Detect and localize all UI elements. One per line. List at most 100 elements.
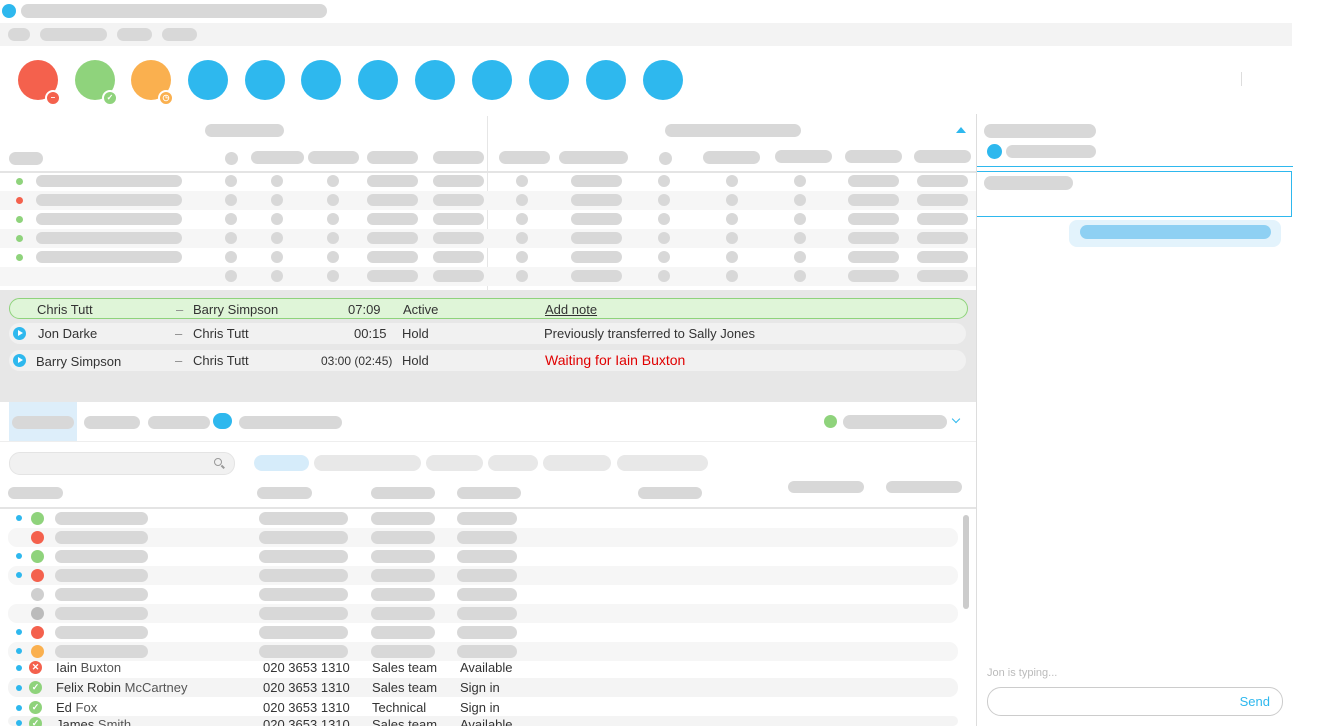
- contact-availability: [457, 512, 517, 525]
- queue-value: [571, 270, 622, 282]
- menu-item[interactable]: [40, 28, 107, 41]
- column-header[interactable]: [559, 151, 628, 164]
- send-button[interactable]: Send: [1240, 694, 1270, 709]
- queue-row[interactable]: [0, 191, 976, 210]
- queue-row[interactable]: [0, 248, 976, 267]
- tab-active[interactable]: [9, 402, 77, 441]
- tab[interactable]: [239, 416, 342, 429]
- status-icon: [31, 569, 44, 582]
- contact-row[interactable]: [8, 547, 958, 566]
- queue-value: [848, 232, 899, 244]
- queue-value: [848, 270, 899, 282]
- contact-row[interactable]: [8, 604, 958, 623]
- search-input[interactable]: [9, 452, 235, 475]
- contact-row[interactable]: [8, 566, 958, 585]
- queue-value: [367, 270, 418, 282]
- chat-input[interactable]: Send: [987, 687, 1283, 716]
- scrollbar[interactable]: [963, 515, 969, 609]
- contact-availability: [457, 550, 517, 563]
- contact-team: Sales team: [372, 717, 438, 726]
- call-dash: –: [176, 302, 184, 317]
- menu-item[interactable]: [8, 28, 30, 41]
- menu-item[interactable]: [117, 28, 152, 41]
- queue-value: [571, 194, 622, 206]
- play-icon[interactable]: [13, 354, 26, 367]
- contact-phone: 020 3653 1310: [263, 717, 350, 726]
- queue-row[interactable]: [0, 267, 976, 286]
- column-header[interactable]: [914, 150, 971, 163]
- filter-chip[interactable]: [488, 455, 538, 471]
- status-available-button[interactable]: ✓: [75, 60, 118, 106]
- toolbar-button[interactable]: [643, 60, 683, 100]
- tab[interactable]: [84, 416, 140, 429]
- filter-chip[interactable]: [617, 455, 708, 471]
- column-header[interactable]: [775, 150, 832, 163]
- contact-row[interactable]: [8, 509, 958, 528]
- column-header[interactable]: [225, 152, 238, 165]
- queue-row[interactable]: [0, 229, 976, 248]
- queue-value: [327, 232, 339, 244]
- toolbar-button[interactable]: [245, 60, 285, 100]
- status-dot: [16, 197, 23, 204]
- column-header[interactable]: [659, 152, 672, 165]
- call-row[interactable]: Barry Simpson – Chris Tutt 03:00 (02:45)…: [9, 350, 966, 371]
- status-dnd-button[interactable]: –: [18, 60, 61, 106]
- column-header[interactable]: [845, 150, 902, 163]
- queue-value: [516, 270, 528, 282]
- toolbar-button[interactable]: [586, 60, 626, 100]
- column-header[interactable]: [499, 151, 550, 164]
- toolbar-button[interactable]: [358, 60, 398, 100]
- contact-row[interactable]: [8, 623, 958, 642]
- contact-row[interactable]: ✕ Iain Buxton 020 3653 1310 Sales team A…: [8, 658, 958, 677]
- column-header[interactable]: [308, 151, 359, 164]
- queue-value: [433, 251, 484, 263]
- queue-value: [571, 232, 622, 244]
- column-header[interactable]: [251, 151, 304, 164]
- contact-availability: Sign in: [460, 680, 500, 695]
- tab-bar-divider: [0, 441, 976, 442]
- toolbar-button[interactable]: [188, 60, 228, 100]
- contact-row[interactable]: [8, 585, 958, 604]
- filter-chip[interactable]: [543, 455, 611, 471]
- sort-up-icon[interactable]: [956, 127, 966, 133]
- column-header[interactable]: [703, 151, 760, 164]
- contact-row[interactable]: ✓ Felix Robin McCartney 020 3653 1310 Sa…: [8, 678, 958, 697]
- chevron-down-icon[interactable]: [951, 414, 961, 424]
- status-icon: [31, 626, 44, 639]
- my-status-selector[interactable]: [843, 415, 947, 429]
- filter-chip-active[interactable]: [254, 455, 309, 471]
- column-header[interactable]: [788, 481, 864, 493]
- toolbar-button[interactable]: [301, 60, 341, 100]
- call-row[interactable]: Jon Darke – Chris Tutt 00:15 Hold Previo…: [9, 323, 966, 344]
- column-header[interactable]: [886, 481, 962, 493]
- contact-row[interactable]: ✓ Ed Fox 020 3653 1310 Technical Sign in: [8, 698, 958, 717]
- toolbar-button[interactable]: [529, 60, 569, 100]
- contact-row[interactable]: ✓ James Smith 020 3653 1310 Sales team A…: [8, 716, 958, 726]
- column-header[interactable]: [371, 487, 435, 499]
- call-row[interactable]: Chris Tutt – Barry Simpson 07:09 Active …: [9, 298, 968, 319]
- tab[interactable]: [148, 416, 210, 429]
- toolbar-button[interactable]: [472, 60, 512, 100]
- column-header[interactable]: [8, 487, 63, 499]
- contact-team: [371, 531, 435, 544]
- filter-chip[interactable]: [426, 455, 483, 471]
- queue-row[interactable]: [0, 210, 976, 229]
- call-dash: –: [175, 326, 183, 341]
- play-icon[interactable]: [13, 327, 26, 340]
- menu-item[interactable]: [162, 28, 197, 41]
- contact-name: [55, 550, 148, 563]
- column-header[interactable]: [457, 487, 521, 499]
- contact-row[interactable]: [8, 528, 958, 547]
- queue-row[interactable]: [0, 172, 976, 191]
- queue-name: [36, 194, 182, 206]
- filter-chip[interactable]: [314, 455, 421, 471]
- toolbar-button[interactable]: [415, 60, 455, 100]
- column-header[interactable]: [257, 487, 312, 499]
- column-header[interactable]: [9, 152, 43, 165]
- column-header[interactable]: [433, 151, 484, 164]
- status-away-button[interactable]: ◷: [131, 60, 174, 106]
- column-header[interactable]: [638, 487, 702, 499]
- add-note-link[interactable]: Add note: [545, 302, 597, 317]
- column-header[interactable]: [367, 151, 418, 164]
- queue-value: [367, 194, 418, 206]
